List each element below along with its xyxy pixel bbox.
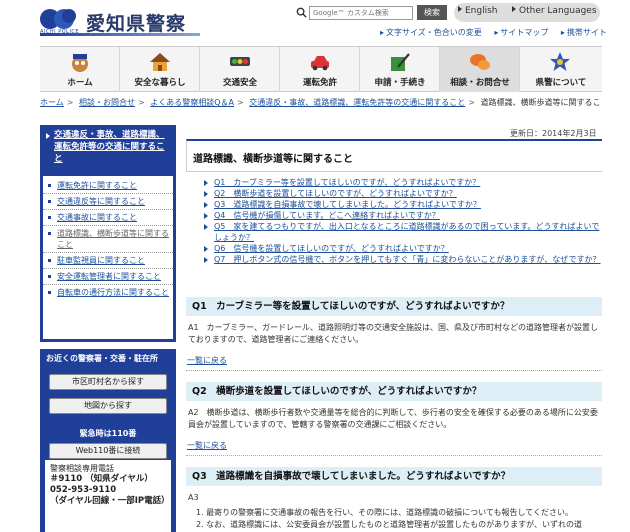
sidebar-menu: 運転免許に関すること 交通違反等に関すること 交通事故に関すること 道路標識、横… bbox=[40, 173, 176, 342]
updated-date: 更新日：2014年2月3日 bbox=[510, 129, 597, 138]
question-link-3[interactable]: Q3 道路標識を自損事故で壊してしまいました。どうすればよいですか？ bbox=[204, 199, 602, 210]
sidebar-item-bicycles[interactable]: 自転車の通行方法に関すること bbox=[43, 285, 173, 300]
sidebar-item-label: 駐車監視員に関すること bbox=[57, 256, 145, 265]
breadcrumb-current: 道路標識、横断歩道等に関すること bbox=[480, 98, 602, 107]
police-mascot-icon bbox=[72, 54, 88, 72]
search-icon bbox=[296, 7, 307, 18]
nav-label: 安全な暮らし bbox=[134, 78, 186, 88]
sidebar-item-accidents[interactable]: 交通事故に関すること bbox=[43, 210, 173, 226]
text-size-color-link[interactable]: 文字サイズ・色合いの変更 bbox=[380, 28, 482, 37]
breadcrumb: ホーム > 相談・お問合せ > よくある警察相談Q＆A > 交通違反・事故、道路標識、… bbox=[40, 97, 602, 109]
sidebar-item-label: 安全運転管理者に関すること bbox=[57, 272, 161, 281]
aichi-police-logo[interactable]: AICHI POLICE bbox=[40, 7, 84, 35]
sidebar-item-parking-monitors[interactable]: 駐車監視員に関すること bbox=[43, 253, 173, 269]
a2-text: A2 横断歩道は、横断歩行者数や交通量等を総合的に判断して、歩行者の安全を確保す… bbox=[188, 408, 598, 429]
search-by-map-button[interactable]: 地図から探す bbox=[49, 398, 167, 414]
emblem-icon bbox=[550, 52, 570, 71]
question-link-6[interactable]: Q6 信号機を設置してほしいのですが、どうすればよいですか？ bbox=[204, 243, 602, 254]
section-divider bbox=[186, 370, 602, 371]
nav-label: 申請・手続き bbox=[374, 78, 426, 88]
nav-home[interactable]: ホーム bbox=[40, 47, 120, 92]
header: AICHI POLICE 愛知県警察 検索 English Other Lang… bbox=[0, 0, 630, 44]
sidebar-item-label: 交通事故に関すること bbox=[57, 213, 137, 222]
question-link-4[interactable]: Q4 信号機が損傷しています。どこへ連絡すればよいですか？ bbox=[204, 210, 602, 221]
sidebar-item-label: 自転車の通行方法に関すること bbox=[57, 288, 169, 297]
police-finder-title: お近くの警察署・交番・駐在所 bbox=[46, 354, 158, 363]
back-to-list-link[interactable]: 一覧に戻る bbox=[187, 355, 227, 366]
nav-label: 運転免許 bbox=[302, 78, 337, 88]
a3-item-2: 2. なお、道路標識には、公安委員会が設置したものと道路管理者が設置したものがあ… bbox=[196, 520, 583, 529]
other-languages-link[interactable]: Other Languages bbox=[512, 6, 597, 16]
sidebar-heading[interactable]: 交通違反・事故、道路標識、運転免許等の交通に関すること bbox=[40, 125, 176, 173]
question-link-2[interactable]: Q2 横断歩道を設置してほしいのですが、どうすればよいですか？ bbox=[204, 188, 602, 199]
nav-drivers-license[interactable]: 運転免許 bbox=[280, 47, 360, 92]
breadcrumb-faq[interactable]: よくある警察相談Q＆A bbox=[150, 98, 234, 107]
back-to-list-link[interactable]: 一覧に戻る bbox=[187, 440, 227, 451]
nav-label: 交通安全 bbox=[222, 78, 257, 88]
nav-label: 県警について bbox=[535, 78, 587, 88]
triangle-icon bbox=[512, 6, 516, 12]
emergency-label: 緊急時は110番 bbox=[79, 429, 137, 438]
title-underline bbox=[40, 33, 200, 36]
nav-safe-living[interactable]: 安全な暮らし bbox=[120, 47, 200, 92]
sidebar-item-license[interactable]: 運転免許に関すること bbox=[43, 178, 173, 194]
search-button[interactable]: 検索 bbox=[417, 5, 447, 20]
section-divider bbox=[186, 455, 602, 456]
question-link-5[interactable]: Q5 家を建てるつもりですが、出入口となるところに道路標識があるので困っています… bbox=[204, 221, 602, 243]
page-title-box: 道路標識、横断歩道等に関すること bbox=[186, 139, 602, 172]
english-link[interactable]: English bbox=[458, 6, 498, 16]
q3-heading: Q3 道路標識を自損事故で壊してしまいました。どうすればよいですか？ bbox=[186, 467, 602, 486]
pen-document-icon bbox=[391, 53, 410, 71]
utility-links: 文字サイズ・色合いの変更 サイトマップ 携帯サイト bbox=[380, 27, 607, 39]
site-title[interactable]: 愛知県警察 bbox=[86, 9, 186, 36]
breadcrumb-traffic[interactable]: 交通違反・事故、道路標識、運転免許等の交通に関すること bbox=[249, 98, 465, 107]
global-nav: ホーム 安全な暮らし 交通安全 運転免許 申請・手続き 相談・お問合せ 県警につ… bbox=[40, 46, 602, 92]
triangle-icon bbox=[458, 6, 462, 12]
question-link-7[interactable]: Q7 押しボタン式の信号機で、ボタンを押してもすぐ「青」に変わらないことがありま… bbox=[204, 254, 602, 265]
nav-applications[interactable]: 申請・手続き bbox=[360, 47, 440, 92]
police-station-finder: お近くの警察署・交番・駐在所 市区町村名から探す 地図から探す 緊急時は110番… bbox=[40, 349, 176, 532]
nav-label: 相談・お問合せ bbox=[450, 78, 510, 88]
search-input[interactable] bbox=[309, 6, 413, 20]
sitemap-link[interactable]: サイトマップ bbox=[494, 28, 548, 37]
nav-traffic-safety[interactable]: 交通安全 bbox=[200, 47, 280, 92]
sidebar-item-road-signs[interactable]: 道路標識、横断歩道等に関すること bbox=[43, 226, 173, 253]
english-label: English bbox=[465, 6, 498, 16]
sidebar-heading-text: 交通違反・事故、道路標識、運転免許等の交通に関すること bbox=[54, 130, 165, 164]
q1-heading: Q1 カーブミラー等を設置してほしいのですが、どうすればよいですか？ bbox=[186, 297, 602, 316]
a3-label: A3 bbox=[188, 493, 199, 502]
traffic-light-icon bbox=[230, 57, 250, 66]
page-title: 道路標識、横断歩道等に関すること bbox=[193, 154, 353, 165]
breadcrumb-home[interactable]: ホーム bbox=[40, 98, 64, 107]
sidebar-item-label: 交通違反等に関すること bbox=[57, 197, 145, 206]
tel-short-number: ＃9110 （知県ダイヤル） bbox=[50, 474, 153, 484]
other-languages-label: Other Languages bbox=[519, 6, 597, 16]
a3-item-1: 1. 最寄りの警察署に交通事故の報告を行い、その際には、道路標識の破損についても… bbox=[196, 508, 574, 517]
mobile-site-link[interactable]: 携帯サイト bbox=[561, 28, 607, 37]
house-icon bbox=[150, 53, 170, 71]
nav-about-police[interactable]: 県警について bbox=[520, 47, 602, 92]
nav-label: ホーム bbox=[67, 78, 93, 88]
tel-label: 警察相談専用電話 bbox=[50, 464, 114, 473]
a1-text: A1 カーブミラー、ガードレール、道路照明灯等の交通安全施設は、国、県及び市町村… bbox=[188, 323, 598, 344]
sidebar-item-violations[interactable]: 交通違反等に関すること bbox=[43, 194, 173, 210]
web110-button[interactable]: Web110番に接続 bbox=[49, 443, 167, 459]
nav-consultation[interactable]: 相談・お問合せ bbox=[440, 47, 520, 92]
consultation-phone-box: 警察相談専用電話 ＃9110 （知県ダイヤル） 052-953-9110 （ダイ… bbox=[45, 460, 171, 532]
tel-number: 052-953-9110 bbox=[50, 485, 117, 495]
sidebar-item-label: 運転免許に関すること bbox=[57, 181, 137, 190]
tel-note: （ダイヤル回線・一部IP電話） bbox=[50, 496, 170, 506]
q2-heading: Q2 横断歩道を設置してほしいのですが、どうすればよいですか？ bbox=[186, 382, 602, 401]
question-link-1[interactable]: Q1 カーブミラー等を設置してほしいのですが、どうすればよいですか？ bbox=[204, 177, 602, 188]
speech-bubble-icon bbox=[470, 54, 490, 70]
sidebar-item-label: 道路標識、横断歩道等に関すること bbox=[57, 229, 169, 249]
search-by-city-button[interactable]: 市区町村名から探す bbox=[49, 374, 167, 390]
car-icon bbox=[311, 56, 329, 71]
sidebar-item-safe-driving-managers[interactable]: 安全運転管理者に関すること bbox=[43, 269, 173, 285]
breadcrumb-consultation[interactable]: 相談・お問合せ bbox=[79, 98, 135, 107]
question-index: Q1 カーブミラー等を設置してほしいのですが、どうすればよいですか？ Q2 横断… bbox=[204, 177, 602, 265]
